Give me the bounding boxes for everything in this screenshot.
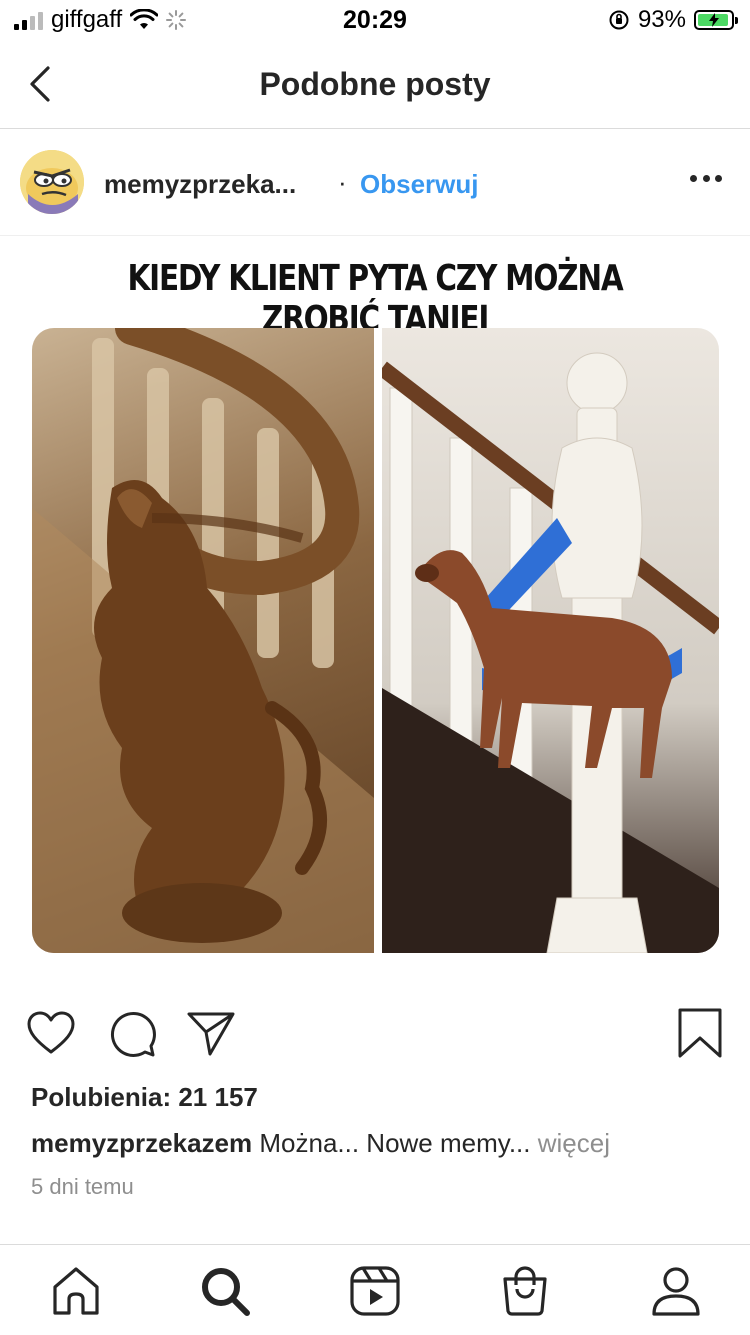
carved-horse-photo — [32, 328, 374, 953]
post-header: memyzprzeka... · Obserwuj — [0, 129, 750, 236]
orientation-lock-icon — [609, 10, 629, 30]
post-image[interactable] — [32, 328, 719, 953]
status-right: 93% — [608, 6, 738, 34]
more-options-icon[interactable] — [690, 175, 722, 185]
tab-bar — [0, 1244, 750, 1335]
post-actions — [0, 1008, 750, 1064]
likes-count[interactable]: Polubienia: 21 157 — [31, 1082, 258, 1113]
share-button[interactable] — [185, 1008, 237, 1060]
profile-icon[interactable] — [650, 1265, 702, 1317]
post-username[interactable]: memyzprzeka... — [104, 169, 296, 200]
reels-icon[interactable] — [349, 1265, 401, 1317]
search-icon[interactable] — [199, 1265, 251, 1317]
caption-username[interactable]: memyzprzekazem — [31, 1128, 252, 1158]
shop-icon[interactable] — [499, 1265, 551, 1317]
battery-percent: 93% — [637, 6, 686, 33]
follow-button[interactable]: Obserwuj — [360, 169, 478, 200]
nav-bar: Podobne posty — [0, 40, 750, 129]
battery-icon — [694, 10, 738, 30]
caption-more-link[interactable]: więcej — [538, 1128, 610, 1158]
separator-dot: · — [338, 167, 347, 197]
post-caption: memyzprzekazem Można... Nowe memy... wię… — [31, 1128, 610, 1159]
home-icon[interactable] — [50, 1265, 102, 1317]
avatar-face-icon — [20, 150, 84, 214]
like-button[interactable] — [25, 1008, 77, 1060]
comment-button[interactable] — [106, 1008, 158, 1060]
toy-horse-photo — [377, 328, 719, 953]
caption-text: Można... Nowe memy... — [259, 1128, 531, 1158]
page-title: Podobne posty — [259, 66, 491, 102]
avatar[interactable] — [20, 150, 84, 214]
save-button[interactable] — [674, 1008, 726, 1060]
post-timestamp: 5 dni temu — [31, 1174, 134, 1199]
status-bar: giffgaff 20:29 93% — [0, 0, 750, 40]
